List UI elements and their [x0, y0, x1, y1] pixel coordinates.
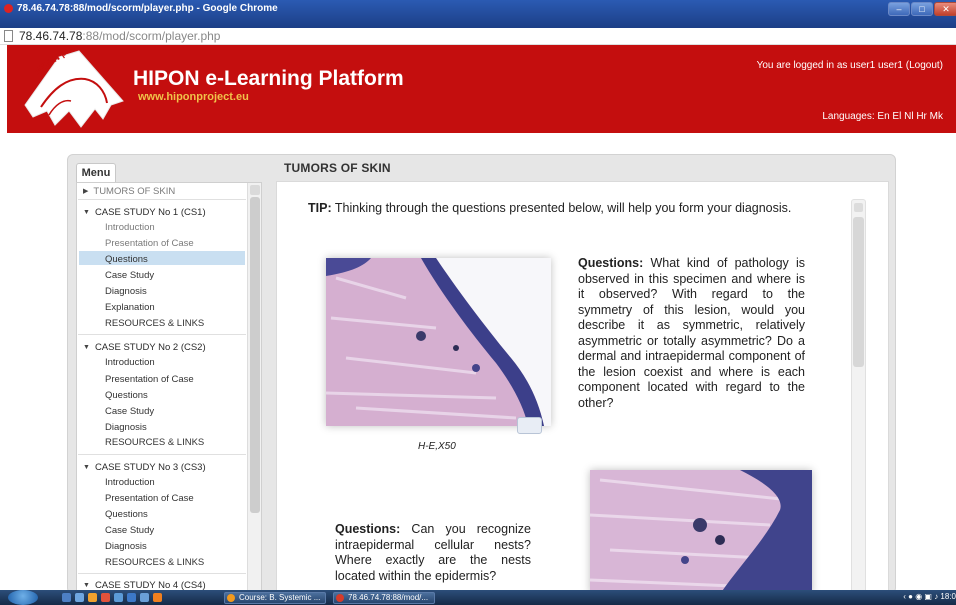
menu-item-cs2-presentation[interactable]: Presentation of Case	[105, 374, 194, 385]
menu-item-cs2-diagnosis[interactable]: Diagnosis	[105, 422, 147, 433]
menu-item-cs3-questions[interactable]: Questions	[105, 509, 148, 520]
questions-block-2: Questions: Can you recognize intraepider…	[335, 522, 531, 583]
chrome-favicon-icon	[4, 4, 13, 13]
menu-item-tumors-of-skin[interactable]: ▶ TUMORS OF SKIN	[83, 186, 175, 197]
menu-case-cs3[interactable]: ▼ CASE STUDY No 3 (CS3)	[83, 462, 206, 473]
menu-item-cs1-explanation[interactable]: Explanation	[105, 302, 155, 313]
menu-divider	[78, 199, 246, 200]
hipon-logo-icon: HIPON project	[24, 45, 124, 128]
taskbar-item-course[interactable]: Course: B. Systemic ...	[224, 592, 326, 604]
menu-item-cs2-questions[interactable]: Questions	[105, 390, 148, 401]
menu-scroll-thumb[interactable]	[250, 197, 260, 513]
url-text[interactable]: 78.46.74.78:88/mod/scorm/player.php	[19, 29, 220, 43]
menu-item-cs2-case-study[interactable]: Case Study	[105, 406, 154, 417]
menu-item-cs3-diagnosis[interactable]: Diagnosis	[105, 541, 147, 552]
section-title: TUMORS OF SKIN	[284, 161, 391, 175]
minimize-button[interactable]: –	[888, 2, 910, 16]
scroll-up-icon[interactable]	[854, 203, 863, 212]
content-scroll-thumb[interactable]	[853, 217, 864, 367]
quick-launch-icon[interactable]	[153, 593, 162, 602]
project-url-link[interactable]: www.hiponproject.eu	[138, 91, 249, 103]
menu-item-cs1-introduction[interactable]: Introduction	[105, 222, 155, 233]
tray-icons[interactable]: ‹ ● ◉ ▣ ♪	[903, 592, 940, 601]
language-selector[interactable]: Languages: En El Nl Hr Mk	[822, 111, 943, 122]
menu-divider	[78, 573, 246, 574]
triangle-down-icon: ▼	[83, 582, 90, 589]
menu-item-cs1-presentation[interactable]: Presentation of Case	[105, 238, 194, 249]
menu-item-cs3-case-study[interactable]: Case Study	[105, 525, 154, 536]
site-header: HIPON project HIPON e-Learning Platform …	[7, 45, 956, 133]
menu-item-cs2-introduction[interactable]: Introduction	[105, 357, 155, 368]
menu-case-cs1[interactable]: ▼ CASE STUDY No 1 (CS1)	[83, 207, 206, 218]
triangle-down-icon: ▼	[83, 464, 90, 471]
login-status[interactable]: You are logged in as user1 user1 (Logout…	[757, 60, 943, 71]
platform-title: HIPON e-Learning Platform	[133, 67, 404, 90]
window-title: 78.46.74.78:88/mod/scorm/player.php - Go…	[17, 3, 278, 14]
clock: 18:0	[940, 592, 956, 601]
page-icon	[4, 30, 13, 42]
menu-item-cs2-resources[interactable]: RESOURCES & LINKS	[105, 437, 204, 448]
histology-image-2[interactable]	[590, 470, 812, 594]
triangle-down-icon: ▼	[83, 209, 90, 216]
quick-launch-icon[interactable]	[88, 593, 97, 602]
menu-item-cs1-resources[interactable]: RESOURCES & LINKS	[105, 318, 204, 329]
browser-icon	[227, 594, 235, 602]
image-caption: H-E,X50	[418, 441, 456, 452]
histology-image-1[interactable]	[326, 258, 551, 426]
quick-launch-icon[interactable]	[75, 593, 84, 602]
quick-launch-icon[interactable]	[114, 593, 123, 602]
taskbar: Course: B. Systemic ... 78.46.74.78:88/m…	[0, 590, 956, 605]
browser-title-bar: 78.46.74.78:88/mod/scorm/player.php - Go…	[0, 0, 956, 28]
quick-launch-icon[interactable]	[127, 593, 136, 602]
quick-launch-icon[interactable]	[101, 593, 110, 602]
menu-selected-highlight	[79, 251, 245, 265]
start-button-icon[interactable]	[8, 590, 38, 605]
menu-item-cs1-questions[interactable]: Questions	[105, 254, 148, 265]
menu-item-cs1-diagnosis[interactable]: Diagnosis	[105, 286, 147, 297]
quick-launch-icon[interactable]	[140, 593, 149, 602]
menu-scrollbar[interactable]	[247, 183, 261, 594]
menu-item-cs3-resources[interactable]: RESOURCES & LINKS	[105, 557, 204, 568]
menu-item-cs1-case-study[interactable]: Case Study	[105, 270, 154, 281]
taskbar-item-chrome[interactable]: 78.46.74.78:88/mod/...	[333, 592, 435, 604]
triangle-right-icon: ▶	[83, 188, 89, 195]
tip-text: TIP: Thinking through the questions pres…	[308, 201, 792, 215]
scroll-up-icon[interactable]	[250, 185, 260, 195]
menu-case-cs2[interactable]: ▼ CASE STUDY No 2 (CS2)	[83, 342, 206, 353]
menu-item-cs3-presentation[interactable]: Presentation of Case	[105, 493, 194, 504]
maximize-button[interactable]: □	[911, 2, 933, 16]
menu-item-cs3-introduction[interactable]: Introduction	[105, 477, 155, 488]
content-scrollbar[interactable]	[851, 199, 866, 594]
questions-block-1: Questions: What kind of pathology is obs…	[578, 256, 805, 410]
menu-divider	[78, 334, 246, 335]
quick-launch-icon[interactable]	[62, 593, 71, 602]
zoom-icon[interactable]	[517, 417, 542, 434]
menu-tab[interactable]: Menu	[76, 163, 116, 183]
menu-divider	[78, 454, 246, 455]
close-button[interactable]: ✕	[934, 2, 956, 16]
system-tray: ‹ ● ◉ ▣ ♪ 18:0	[903, 592, 956, 601]
triangle-down-icon: ▼	[83, 344, 90, 351]
chrome-icon	[336, 594, 344, 602]
address-bar[interactable]: 78.46.74.78:88/mod/scorm/player.php	[0, 28, 956, 45]
